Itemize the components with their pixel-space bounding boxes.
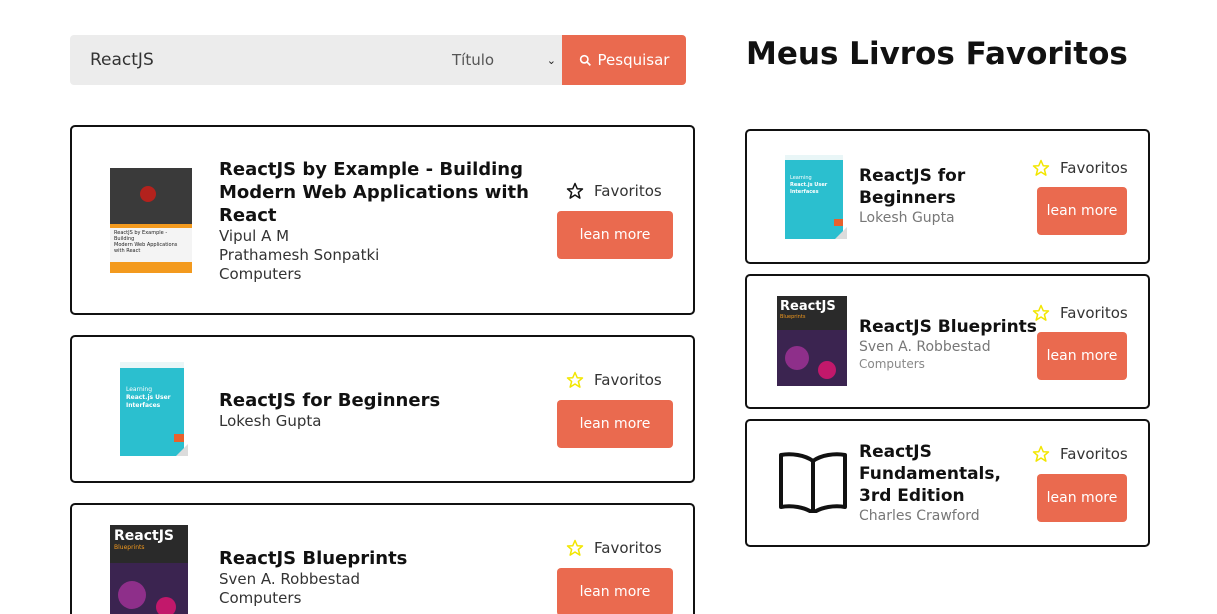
cover-text: Interfaces <box>126 402 161 409</box>
cover-text: with React <box>114 248 141 254</box>
cover-text: React.js User <box>126 394 171 401</box>
learn-more-button[interactable]: lean more <box>1037 332 1127 380</box>
book-info: ReactJS Blueprints Sven A. Robbestad Com… <box>219 547 539 608</box>
search-field-select[interactable]: Título ⌄ <box>440 35 562 85</box>
cover-text: Learning <box>790 175 812 181</box>
result-card: ReactJS Blueprints ReactJS Blueprints Sv… <box>70 503 695 614</box>
book-info: ReactJS Fundamentals, 3rd Edition Charle… <box>859 441 1039 525</box>
favorite-card: Learning React.js User Interfaces ReactJ… <box>745 129 1150 264</box>
book-cover: Learning React.js User Interfaces <box>785 155 847 243</box>
cover-text: Blueprints <box>114 544 145 551</box>
book-cover: ReactJS Blueprints <box>777 296 847 386</box>
search-button-label: Pesquisar <box>597 51 670 69</box>
open-book-icon <box>777 451 849 515</box>
book-info: ReactJS by Example - Building Modern Web… <box>219 158 539 284</box>
cover-text: React.js User <box>790 182 828 188</box>
search-bar: Título ⌄ Pesquisar <box>70 35 686 85</box>
book-info: ReactJS for Beginners Lokesh Gupta <box>219 389 539 431</box>
favorite-card: ReactJS Blueprints ReactJS Blueprints Sv… <box>745 274 1150 409</box>
book-category: Computers <box>219 265 302 283</box>
book-title: ReactJS Blueprints <box>219 548 408 569</box>
book-author: Lokesh Gupta <box>859 210 955 226</box>
star-filled-icon <box>1032 445 1050 462</box>
favorite-toggle[interactable]: Favoritos <box>1032 304 1128 322</box>
book-category: Computers <box>219 589 302 607</box>
favorite-toggle[interactable]: Favoritos <box>1032 445 1128 463</box>
search-field-select-value: Título <box>452 51 495 69</box>
learn-more-button[interactable]: lean more <box>557 211 673 259</box>
favorite-label: Favoritos <box>1060 304 1128 322</box>
book-author: Sven A. Robbestad <box>859 339 991 355</box>
favorite-toggle[interactable]: Favoritos <box>566 182 662 200</box>
result-card: Learning React.js User Interfaces ReactJ… <box>70 335 695 483</box>
book-author: Vipul A M <box>219 227 290 245</box>
favorite-label: Favoritos <box>594 539 662 557</box>
result-card: ReactJS by Example - Building Modern Web… <box>70 125 695 315</box>
learn-more-button[interactable]: lean more <box>1037 187 1127 235</box>
favorite-toggle[interactable]: Favoritos <box>1032 159 1128 177</box>
book-title: ReactJS by Example - Building Modern Web… <box>219 159 529 226</box>
favorite-label: Favoritos <box>594 371 662 389</box>
search-button[interactable]: Pesquisar <box>562 35 686 85</box>
book-author: Prathamesh Sonpatki <box>219 246 380 264</box>
book-info: ReactJS Blueprints Sven A. Robbestad Com… <box>859 316 1059 372</box>
star-filled-icon <box>566 371 584 388</box>
favorite-toggle[interactable]: Favoritos <box>566 371 662 389</box>
favorite-toggle[interactable]: Favoritos <box>566 539 662 557</box>
learn-more-button[interactable]: lean more <box>1037 474 1127 522</box>
search-icon <box>579 54 591 66</box>
chevron-down-icon: ⌄ <box>546 53 556 67</box>
star-filled-icon <box>566 539 584 556</box>
cover-text: Learning <box>126 386 153 393</box>
learn-more-button[interactable]: lean more <box>557 400 673 448</box>
book-cover: Learning React.js User Interfaces <box>120 362 188 460</box>
book-title: ReactJS Blueprints <box>859 317 1037 337</box>
book-category: Computers <box>859 357 925 371</box>
favorite-label: Favoritos <box>594 182 662 200</box>
favorites-heading: Meus Livros Favoritos <box>746 36 1128 72</box>
star-filled-icon <box>1032 159 1050 176</box>
search-input[interactable] <box>70 35 440 85</box>
book-author: Sven A. Robbestad <box>219 570 361 588</box>
book-title: ReactJS Fundamentals, 3rd Edition <box>859 442 1001 506</box>
book-info: ReactJS for Beginners Lokesh Gupta <box>859 165 1039 227</box>
book-author: Lokesh Gupta <box>219 412 322 430</box>
favorite-label: Favoritos <box>1060 445 1128 463</box>
book-cover: ReactJS Blueprints <box>110 525 192 614</box>
cover-text: ReactJS <box>114 528 175 544</box>
cover-text: Blueprints <box>780 314 806 320</box>
cover-text: Interfaces <box>790 189 819 195</box>
cover-text: ReactJS <box>780 299 836 314</box>
favorite-card: ReactJS Fundamentals, 3rd Edition Charle… <box>745 419 1150 547</box>
learn-more-button[interactable]: lean more <box>557 568 673 614</box>
book-cover: ReactJS by Example - Building Modern Web… <box>110 168 192 273</box>
star-filled-icon <box>1032 304 1050 321</box>
star-outline-icon <box>566 182 584 199</box>
book-title: ReactJS for Beginners <box>219 390 441 411</box>
book-title: ReactJS for Beginners <box>859 166 966 208</box>
cover-text: ReactJS by Example - Building <box>114 230 168 242</box>
favorite-label: Favoritos <box>1060 159 1128 177</box>
book-author: Charles Crawford <box>859 508 980 524</box>
